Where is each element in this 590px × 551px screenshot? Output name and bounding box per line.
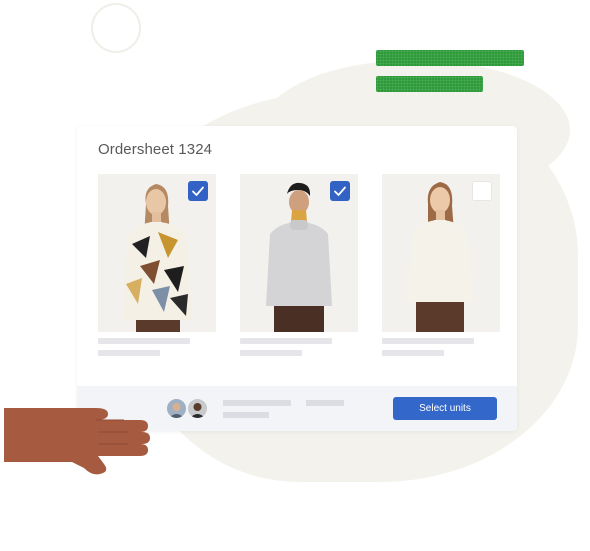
check-icon [334,186,346,196]
placeholder-line [240,338,332,344]
placeholder-line [223,412,269,418]
product-checkbox[interactable] [330,181,350,201]
decorative-green-bar [376,50,524,66]
product-card[interactable] [98,174,216,356]
hand-illustration [4,408,150,475]
placeholder-line [382,338,474,344]
product-photo[interactable] [382,174,500,332]
placeholder-line [98,338,190,344]
placeholder-line [98,350,160,356]
decorative-circle [91,3,141,53]
product-card[interactable] [240,174,358,356]
placeholder-line [306,400,344,406]
product-photo[interactable] [98,174,216,332]
select-units-button[interactable]: Select units [393,397,497,420]
product-checkbox[interactable] [188,181,208,201]
product-photo[interactable] [240,174,358,332]
ordersheet-title: Ordersheet 1324 [98,141,213,158]
placeholder-line [240,350,302,356]
avatar[interactable] [165,397,188,420]
decorative-green-bar [376,76,483,92]
product-checkbox[interactable] [472,181,492,201]
placeholder-line [382,350,444,356]
product-card[interactable] [382,174,500,356]
avatar-icon [190,403,205,418]
avatar-icon [169,403,184,418]
avatar[interactable] [186,397,209,420]
placeholder-line [223,400,291,406]
check-icon [192,186,204,196]
ordersheet-card: Ordersheet 1324 Select units [77,126,517,431]
